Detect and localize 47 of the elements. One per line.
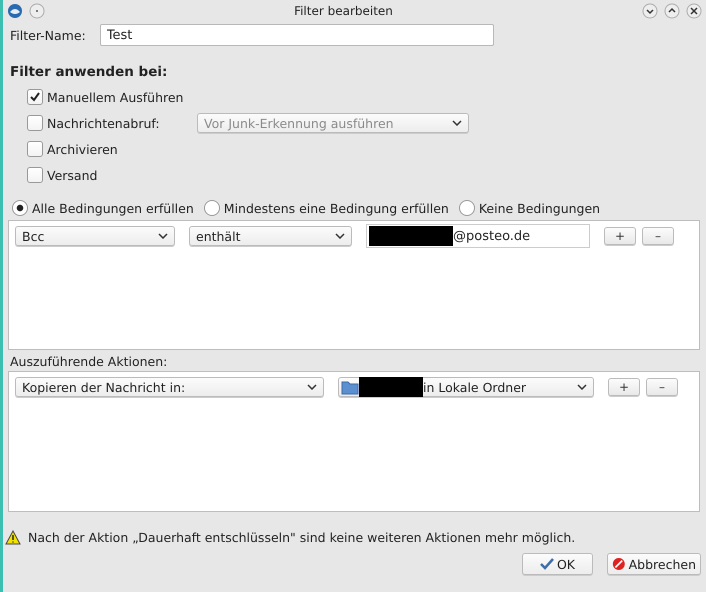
checkbox[interactable]	[27, 115, 43, 131]
remove-button[interactable]: –	[642, 227, 674, 245]
radio-option[interactable]: Keine Bedingungen	[458, 200, 600, 216]
actions-label: Auszuführende Aktionen:	[10, 354, 168, 369]
warning-text: Nach der Aktion „Dauerhaft entschlüsseln" sind keine weiteren Aktionen mehr möglich.	[28, 530, 576, 545]
radio-option[interactable]: Mindestens eine Bedingung erfüllen	[204, 200, 449, 216]
section-heading: Filter anwenden bei:	[10, 64, 168, 80]
value-field[interactable]: @posteo.de	[366, 224, 590, 248]
radio-icon[interactable]	[204, 200, 220, 216]
checkbox-label: Nachrichtenabruf:	[47, 116, 161, 130]
caret-icon	[452, 120, 462, 126]
caret-icon	[158, 233, 168, 239]
minimize-icon[interactable]	[642, 3, 658, 19]
checkbox-label: Manuellem Ausführen	[47, 90, 184, 104]
folder-icon	[341, 380, 359, 394]
close-icon[interactable]	[686, 3, 702, 19]
action-dropdown[interactable]: Kopieren der Nachricht in:	[15, 377, 324, 397]
cancel-button[interactable]: Abbrechen	[607, 553, 701, 575]
caret-icon	[577, 384, 587, 390]
radio-icon[interactable]	[12, 200, 28, 216]
maximize-icon[interactable]	[664, 3, 680, 19]
app-logo-icon	[7, 3, 23, 19]
checkmark-icon	[540, 558, 554, 570]
checkbox[interactable]	[27, 141, 43, 157]
ok-button[interactable]: OK	[522, 553, 593, 575]
caret-icon	[307, 384, 317, 390]
warning-icon	[5, 530, 21, 545]
operator-dropdown[interactable]: enthält	[189, 226, 352, 246]
add-button[interactable]: +	[608, 378, 640, 396]
remove-button[interactable]: –	[646, 378, 678, 396]
checkbox[interactable]	[27, 167, 43, 183]
value-text: @posteo.de	[453, 228, 530, 244]
pin-icon[interactable]	[29, 3, 45, 19]
radio-icon[interactable]	[458, 200, 475, 216]
filter-name-label: Filter-Name:	[10, 28, 86, 42]
window-title: Filter bearbeiten	[293, 4, 394, 18]
folder-text: in Lokale Ordner	[423, 380, 526, 394]
cancel-icon	[612, 556, 626, 572]
checkbox-label: Versand	[47, 168, 98, 182]
caret-icon	[335, 233, 345, 239]
radio-option[interactable]: Alle Bedingungen erfüllen	[12, 200, 194, 216]
checkbox-label: Archivieren	[47, 142, 118, 156]
folder-dropdown[interactable]: in Lokale Ordner	[338, 377, 594, 397]
checkbox[interactable]	[27, 89, 43, 105]
add-button[interactable]: +	[604, 227, 636, 245]
filter-name-field[interactable]: Test	[100, 24, 494, 46]
field-dropdown[interactable]: Bcc	[15, 226, 175, 246]
